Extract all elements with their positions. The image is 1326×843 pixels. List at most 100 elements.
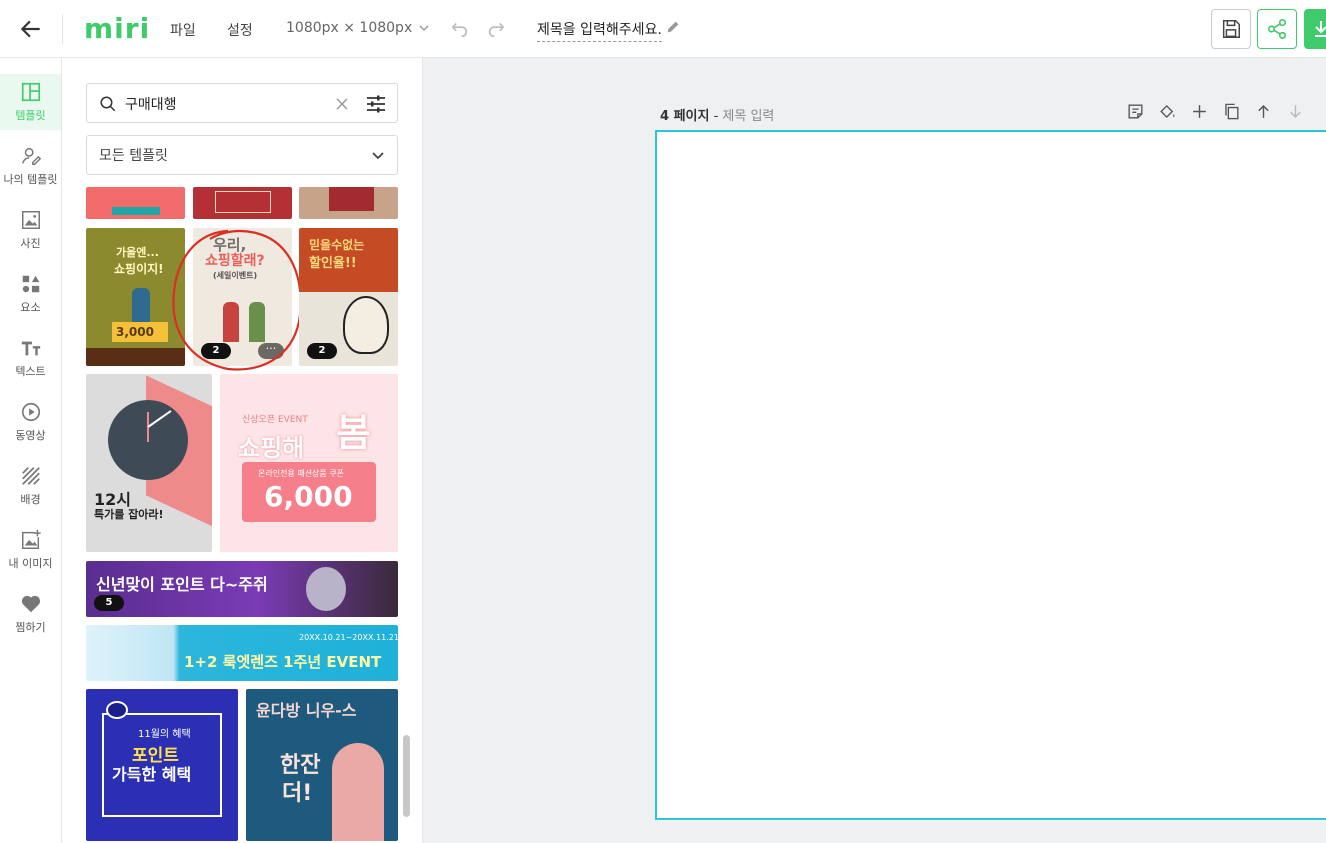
back-arrow-icon[interactable] bbox=[18, 16, 44, 42]
thumb-text: 3,000 bbox=[116, 325, 154, 339]
app-logo[interactable]: miri bbox=[84, 12, 150, 45]
canvas-size-label: 1080px × 1080px bbox=[286, 20, 413, 36]
page-count-badge: 2 bbox=[307, 343, 337, 359]
sidebar-item-photos[interactable]: 사진 bbox=[0, 202, 61, 258]
top-bar: miri 파일 설정 1080px × 1080px 제목을 입력해주세요. bbox=[0, 0, 1326, 58]
document-title[interactable]: 제목을 입력해주세요. bbox=[537, 19, 662, 42]
sidebar-item-text[interactable]: 텍스트 bbox=[0, 330, 61, 386]
search-input[interactable] bbox=[125, 92, 325, 116]
page-number: 4 페이지 bbox=[660, 109, 710, 124]
sidebar-item-label: 배경 bbox=[20, 493, 41, 506]
chevron-down-icon bbox=[419, 25, 429, 32]
thumb-text: 가을엔... bbox=[116, 246, 159, 259]
page-title-input[interactable]: 제목 입력 bbox=[722, 109, 774, 124]
search-box bbox=[86, 83, 398, 123]
image-add-icon bbox=[21, 529, 41, 549]
save-button[interactable] bbox=[1211, 9, 1251, 49]
thumb-text: 봄 bbox=[336, 411, 371, 455]
template-thumbnail[interactable] bbox=[86, 187, 185, 219]
scrollbar-thumb[interactable] bbox=[403, 735, 410, 817]
thumb-decoration bbox=[329, 187, 374, 211]
template-thumbnail[interactable]: 20XX.10.21~20XX.11.21 1+2 룩엣렌즈 1주년 EVENT bbox=[86, 625, 398, 681]
template-thumbnail[interactable]: 신년맞이 포인트 다~주쥐 5 bbox=[86, 561, 398, 617]
category-dropdown[interactable]: 모든 템플릿 bbox=[86, 135, 398, 175]
arrow-down-icon[interactable] bbox=[1286, 102, 1305, 121]
note-icon[interactable] bbox=[1126, 102, 1145, 121]
template-thumbnail[interactable] bbox=[299, 187, 398, 219]
template-thumbnail[interactable] bbox=[193, 187, 292, 219]
filter-sliders-icon[interactable] bbox=[366, 94, 386, 114]
menu-settings[interactable]: 설정 bbox=[227, 20, 253, 40]
sidebar-item-my-images[interactable]: 내 이미지 bbox=[0, 522, 61, 578]
coin-icon bbox=[106, 701, 128, 719]
thumb-text: 신년맞이 포인트 다~주쥐 bbox=[96, 575, 268, 594]
sidebar-item-label: 사진 bbox=[20, 237, 41, 250]
thumb-text: 더! bbox=[282, 781, 313, 806]
paint-bucket-icon[interactable] bbox=[1158, 102, 1177, 121]
close-icon[interactable] bbox=[335, 97, 349, 111]
sidebar-item-favorites[interactable]: 찜하기 bbox=[0, 586, 61, 642]
menu-file[interactable]: 파일 bbox=[170, 20, 196, 40]
template-thumbnail[interactable]: 믿을수없는 할인율!! 2 bbox=[299, 228, 398, 366]
thumb-text: 가득한 혜택 bbox=[112, 765, 192, 784]
template-thumbnail[interactable]: 11월의 혜택 포인트 가득한 혜택 bbox=[86, 689, 238, 841]
sidebar-item-label: 템플릿 bbox=[15, 109, 46, 122]
thumb-text: 쇼핑이지! bbox=[114, 262, 164, 276]
category-label: 모든 템플릿 bbox=[99, 148, 168, 164]
template-thumbnail[interactable]: 윤다방 니우-스 한잔 더! bbox=[246, 689, 398, 841]
sidebar-item-templates[interactable]: 템플릿 bbox=[0, 74, 61, 130]
download-button[interactable] bbox=[1304, 9, 1326, 49]
thumb-figure bbox=[332, 743, 384, 841]
canvas-workspace: 4 페이지 - 제목 입력 bbox=[423, 58, 1326, 843]
chevron-down-icon bbox=[372, 152, 384, 160]
divider bbox=[62, 14, 63, 44]
sidebar-item-label: 동영상 bbox=[15, 429, 46, 442]
share-button[interactable] bbox=[1257, 9, 1297, 49]
thumb-text: 11월의 혜택 bbox=[138, 729, 191, 740]
sidebar-item-elements[interactable]: 요소 bbox=[0, 266, 61, 322]
template-thumbnail[interactable]: 신상오픈 EVENT 쇼핑해 봄 온라인전용 패션상품 쿠폰 6,000 bbox=[220, 374, 398, 552]
pencil-icon[interactable] bbox=[665, 18, 681, 36]
sidebar-item-label: 내 이미지 bbox=[8, 557, 53, 570]
sidebar-item-label: 요소 bbox=[20, 301, 41, 314]
sidebar-item-my-templates[interactable]: 나의 템플릿 bbox=[0, 138, 61, 194]
thumb-figure bbox=[343, 296, 389, 354]
redo-icon[interactable] bbox=[486, 18, 508, 40]
duplicate-icon[interactable] bbox=[1222, 102, 1241, 121]
thumb-figure bbox=[132, 288, 150, 322]
sidebar-item-background[interactable]: 배경 bbox=[0, 458, 61, 514]
thumb-decoration bbox=[112, 207, 160, 215]
text-icon bbox=[21, 341, 40, 356]
design-canvas[interactable] bbox=[655, 130, 1326, 820]
thumb-text: 6,000 bbox=[264, 480, 353, 513]
thumb-text: 20XX.10.21~20XX.11.21 bbox=[299, 633, 398, 642]
user-edit-icon bbox=[21, 147, 41, 165]
thumb-text: 특가를 잡아라! bbox=[94, 508, 164, 521]
play-icon bbox=[21, 402, 40, 422]
canvas-size-select[interactable]: 1080px × 1080px bbox=[286, 20, 430, 36]
template-thumbnail[interactable]: 12시 특가를 잡아라! bbox=[86, 374, 212, 552]
heart-icon bbox=[21, 595, 40, 613]
sidebar-item-videos[interactable]: 동영상 bbox=[0, 394, 61, 450]
sidebar-item-label: 나의 템플릿 bbox=[3, 173, 58, 186]
thumb-text: 윤다방 니우-스 bbox=[256, 701, 357, 720]
undo-icon[interactable] bbox=[448, 18, 470, 40]
image-icon bbox=[21, 211, 40, 229]
pattern-icon bbox=[21, 467, 40, 485]
thumb-decoration bbox=[215, 191, 271, 213]
page-label: 4 페이지 - 제목 입력 bbox=[660, 109, 775, 124]
thumb-text: 할인율!! bbox=[309, 256, 357, 271]
add-page-icon[interactable] bbox=[1190, 102, 1209, 121]
page-toolbar bbox=[1126, 102, 1305, 121]
thumb-figure bbox=[306, 567, 346, 611]
arrow-up-icon[interactable] bbox=[1254, 102, 1273, 121]
save-icon bbox=[1222, 20, 1240, 38]
thumb-text: 신상오픈 EVENT bbox=[242, 415, 308, 425]
thumb-text: 믿을수없는 bbox=[309, 238, 365, 252]
share-icon bbox=[1267, 19, 1287, 39]
template-panel: 모든 템플릿 가을엔... 쇼핑이지! 3,000 우리, 쇼핑할래? (세일이… bbox=[62, 58, 423, 843]
clock-icon bbox=[108, 400, 188, 480]
hand-drawn-circle-annotation bbox=[172, 229, 302, 371]
thumb-text: 온라인전용 패션상품 쿠폰 bbox=[258, 469, 345, 478]
search-icon bbox=[100, 96, 116, 112]
